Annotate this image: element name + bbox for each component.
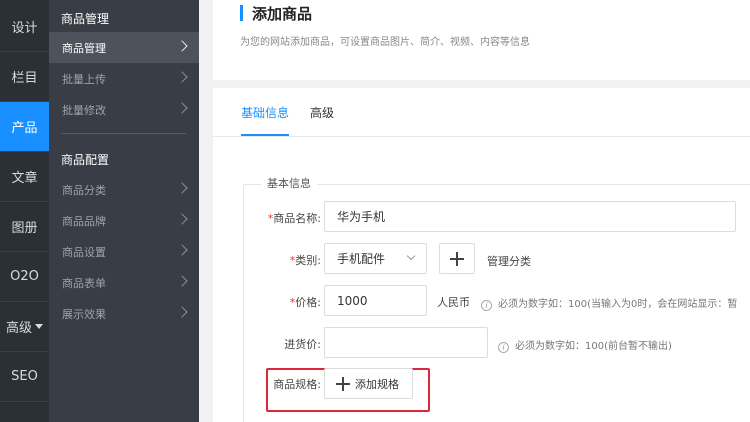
menu-group-title: 商品管理 <box>61 12 110 26</box>
menu-item-batch-edit[interactable]: 批量修改 <box>49 94 199 125</box>
menu-item-label: 商品设置 <box>62 245 106 259</box>
chevron-right-icon <box>176 40 188 52</box>
nav-products[interactable]: 产品 <box>0 102 49 152</box>
menu-item-label: 商品表单 <box>62 276 106 290</box>
price-hint-text: 必须为数字如：100(当输入为0时，会在网站显示：暂 <box>498 299 738 310</box>
category-label-text: 类别: <box>295 254 321 267</box>
nav-o2o-label: O2O <box>10 269 39 284</box>
chevron-right-icon <box>176 306 188 318</box>
product-name-input[interactable]: 华为手机 <box>324 201 736 232</box>
menu-item-category[interactable]: 商品分类 <box>49 174 199 205</box>
chevron-right-icon <box>176 275 188 287</box>
tab-basic-info[interactable]: 基础信息 <box>241 104 290 136</box>
nav-articles-label: 文章 <box>11 171 38 186</box>
nav-albums[interactable]: 图册 <box>0 202 49 252</box>
product-name-label-text: 商品名称: <box>273 212 321 225</box>
plus-icon <box>450 252 464 266</box>
add-spec-label: 添加规格 <box>355 378 399 391</box>
tab-advanced[interactable]: 高级 <box>310 104 334 136</box>
nav-columns-label: 栏目 <box>11 71 38 86</box>
nav-seo[interactable]: SEO <box>0 352 49 402</box>
menu-item-brand[interactable]: 商品品牌 <box>49 205 199 236</box>
menu-item-label: 批量修改 <box>62 103 106 117</box>
menu-item-batch-upload[interactable]: 批量上传 <box>49 63 199 94</box>
menu-divider <box>61 133 186 134</box>
chevron-right-icon <box>176 102 188 114</box>
caret-down-icon <box>35 324 43 329</box>
menu-item-label: 展示效果 <box>62 307 106 321</box>
info-icon: i <box>498 342 509 353</box>
tab-divider <box>213 136 750 137</box>
nav-advanced[interactable]: 高级 <box>0 302 49 352</box>
cost-price-input[interactable] <box>324 327 488 358</box>
secondary-menu: 商品管理 商品管理 批量上传 批量修改 商品配置 商品分类 商品品牌 商品设置 … <box>49 0 199 422</box>
form-card: 基础信息 高级 基本信息 *商品名称: 华为手机 *类别: 手机配件 管理分类 … <box>213 88 750 422</box>
plus-icon <box>336 377 350 391</box>
category-value: 手机配件 <box>337 252 386 266</box>
page-header: 添加商品 为您的网站添加商品，可设置商品图片、简介、视频、内容等信息 <box>213 0 750 80</box>
primary-nav-rail: 设计 栏目 产品 文章 图册 O2O 高级 SEO <box>0 0 49 422</box>
menu-group-title: 商品配置 <box>61 153 110 167</box>
cost-price-hint: i 必须为数字如：100(前台暂不输出) <box>498 337 672 353</box>
fieldset-legend: 基本信息 <box>261 175 317 191</box>
cost-price-hint-text: 必须为数字如：100(前台暂不输出) <box>515 341 672 352</box>
menu-item-label: 批量上传 <box>62 72 106 86</box>
nav-advanced-label: 高级 <box>5 321 32 336</box>
menu-item-display[interactable]: 展示效果 <box>49 298 199 329</box>
page-title: 添加商品 <box>240 3 312 24</box>
main-content: 添加商品 为您的网站添加商品，可设置商品图片、简介、视频、内容等信息 基础信息 … <box>199 0 750 422</box>
nav-seo-label: SEO <box>11 369 38 384</box>
price-input[interactable]: 1000 <box>324 285 427 316</box>
spec-label: 商品规格: <box>273 378 321 391</box>
chevron-right-icon <box>176 182 188 194</box>
price-hint: i 必须为数字如：100(当输入为0时，会在网站显示：暂 <box>481 295 737 311</box>
info-icon: i <box>481 300 492 311</box>
add-category-button[interactable] <box>439 243 475 274</box>
menu-item-label: 商品管理 <box>62 41 106 55</box>
add-spec-button[interactable]: 添加规格 <box>324 368 413 399</box>
price-label: *价格: <box>259 294 321 310</box>
nav-albums-label: 图册 <box>11 221 38 236</box>
chevron-right-icon <box>176 71 188 83</box>
price-unit: 人民币 <box>437 296 470 309</box>
product-name-value: 华为手机 <box>337 210 386 224</box>
nav-design[interactable]: 设计 <box>0 2 49 52</box>
product-name-label: *商品名称: <box>259 210 321 226</box>
nav-design-label: 设计 <box>11 21 38 36</box>
chevron-down-icon <box>406 251 416 261</box>
nav-products-label: 产品 <box>11 121 38 136</box>
menu-item-product-manage[interactable]: 商品管理 <box>49 32 199 63</box>
manage-category-link[interactable]: 管理分类 <box>487 253 531 269</box>
nav-o2o[interactable]: O2O <box>0 252 49 302</box>
menu-item-label: 商品分类 <box>62 183 106 197</box>
cost-price-label: 进货价: <box>284 338 321 351</box>
menu-item-forms[interactable]: 商品表单 <box>49 267 199 298</box>
chevron-right-icon <box>176 213 188 225</box>
chevron-right-icon <box>176 244 188 256</box>
price-label-text: 价格: <box>295 296 321 309</box>
menu-item-label: 商品品牌 <box>62 214 106 228</box>
category-label: *类别: <box>259 252 321 268</box>
nav-columns[interactable]: 栏目 <box>0 52 49 102</box>
page-description: 为您的网站添加商品，可设置商品图片、简介、视频、内容等信息 <box>240 37 530 48</box>
menu-item-settings[interactable]: 商品设置 <box>49 236 199 267</box>
nav-articles[interactable]: 文章 <box>0 152 49 202</box>
category-select[interactable]: 手机配件 <box>324 243 427 274</box>
price-value: 1000 <box>337 293 368 308</box>
